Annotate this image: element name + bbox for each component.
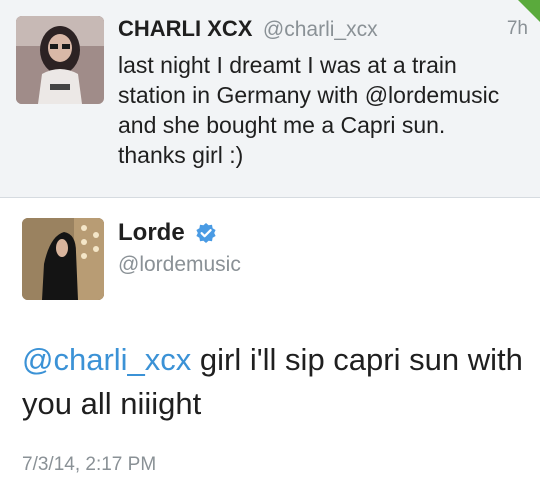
avatar[interactable] [16,16,104,104]
tweet-time: 7h [506,18,528,39]
parent-tweet-header: CHARLI XCX @charli_xcx 7h [118,16,528,44]
avatar-photo-icon [16,16,104,104]
avatar[interactable] [22,218,104,300]
author-name[interactable]: CHARLI XCX [118,16,252,41]
mention-link[interactable]: @charli_xcx [22,342,191,377]
tweet-text: @charli_xcx girl i'll sip capri sun with… [22,338,532,426]
author-handle[interactable]: @lordemusic [118,253,241,277]
reply-author-row: Lorde [118,219,217,249]
author-handle[interactable]: @charli_xcx [263,18,378,41]
parent-tweet[interactable]: CHARLI XCX @charli_xcx 7h last night I d… [0,0,540,198]
tweet-text: last night I dreamt I was at a train sta… [118,52,500,168]
avatar-photo-icon [22,218,104,300]
author-name[interactable]: Lorde [118,219,185,246]
tweet-timestamp: 7/3/14, 2:17 PM [22,454,157,475]
verified-badge-icon [195,222,217,244]
